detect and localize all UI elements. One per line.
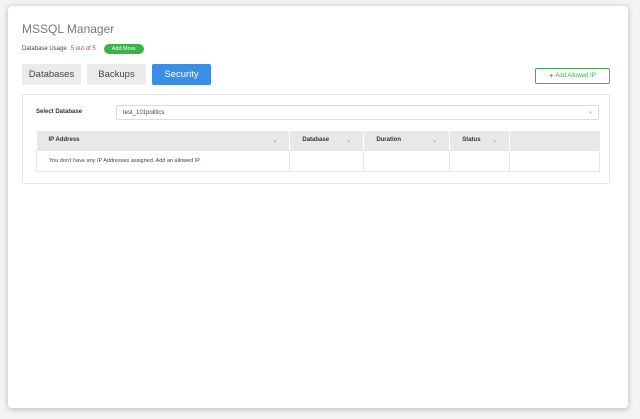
table-cell: [289, 149, 365, 172]
column-label: IP Address: [48, 137, 80, 144]
selected-database: test_101politics: [123, 109, 165, 116]
tab-security[interactable]: Security: [152, 64, 211, 85]
empty-message: You don't have any IP Addresses assigned…: [35, 149, 291, 172]
tab-bar: Databases Backups Security: [22, 64, 211, 85]
tab-backups[interactable]: Backups: [87, 64, 146, 85]
chevron-down-icon: ⌄: [346, 137, 352, 144]
chevron-down-icon: ⌄: [272, 137, 278, 144]
app-window: MSSQL Manager Database Usage 5 out of 5 …: [8, 6, 628, 408]
chevron-down-icon: ⌄: [432, 137, 438, 144]
chevron-down-icon: ⌄: [587, 109, 593, 115]
column-label: Duration: [376, 137, 401, 144]
plus-icon: +: [549, 72, 554, 80]
column-label: Status: [462, 137, 481, 144]
table-cell: [449, 149, 511, 172]
usage-label: Database Usage: [22, 46, 67, 52]
usage-count: 5 out of 5: [70, 46, 96, 52]
column-header-ip-address[interactable]: IP Address ⌄: [36, 131, 290, 150]
table-cell: [363, 149, 451, 172]
add-more-button[interactable]: Add More: [103, 44, 144, 54]
add-allowed-ip-label: Add Allowed IP: [555, 73, 596, 79]
column-header-actions: [509, 131, 600, 150]
database-select[interactable]: test_101politics ⌄: [116, 105, 599, 120]
database-usage: Database Usage 5 out of 5 Add More: [22, 44, 144, 54]
page-title: MSSQL Manager: [22, 22, 115, 36]
column-header-duration[interactable]: Duration ⌄: [363, 131, 450, 150]
add-allowed-ip-button[interactable]: + Add Allowed IP: [535, 68, 610, 84]
table-row: You don't have any IP Addresses assigned…: [35, 149, 600, 172]
column-header-status[interactable]: Status ⌄: [449, 131, 510, 150]
select-database-label: Select Database: [36, 109, 83, 115]
table-header-row: IP Address ⌄ Database ⌄ Duration ⌄ Statu…: [36, 131, 600, 150]
tab-databases[interactable]: Databases: [22, 64, 81, 85]
ip-address-table: IP Address ⌄ Database ⌄ Duration ⌄ Statu…: [35, 131, 600, 172]
column-header-database[interactable]: Database ⌄: [289, 131, 364, 150]
table-cell: [509, 149, 600, 172]
chevron-down-icon: ⌄: [492, 137, 498, 144]
column-label: Database: [302, 137, 330, 144]
security-panel: Select Database test_101politics ⌄ IP Ad…: [22, 94, 610, 184]
